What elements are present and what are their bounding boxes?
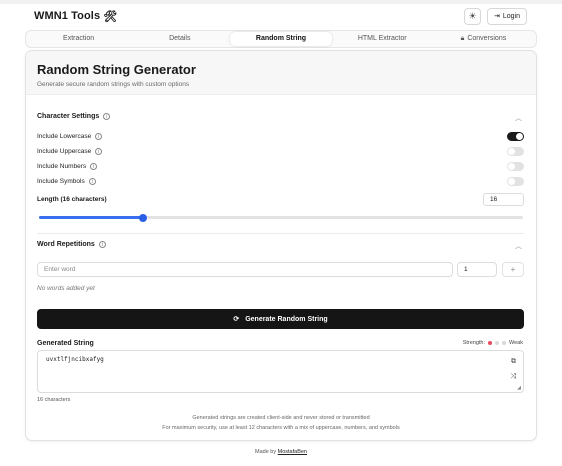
toggle-knob — [508, 147, 515, 155]
toggle-knob — [516, 132, 523, 140]
option-label: Include Numbers i — [37, 162, 98, 170]
login-label: Login — [502, 12, 520, 20]
strength-label: Strength: — [462, 340, 486, 346]
tab-label: Details — [169, 35, 191, 42]
info-icon[interactable]: i — [95, 132, 103, 140]
option-label-text: Include Uppercase — [37, 147, 92, 155]
strength-value: Weak — [509, 340, 523, 346]
resize-handle-icon[interactable]: ◢ — [517, 385, 521, 391]
info-icon[interactable]: i — [98, 241, 106, 248]
word-repetitions-title[interactable]: Word Repetitions i — [37, 241, 106, 248]
option-row-symbols: Include Symbols i — [37, 176, 524, 186]
generated-string-label: Generated String — [37, 340, 94, 347]
info-icon[interactable]: i — [88, 177, 96, 185]
info-icon[interactable]: i — [103, 113, 111, 120]
generated-string-value[interactable]: uvxtlfjncibxafyg — [46, 356, 104, 363]
generator-card: Random String Generator Generate secure … — [25, 50, 537, 441]
strength-indicator: Strength: Weak — [463, 340, 523, 346]
option-label: Include Symbols i — [37, 177, 96, 185]
tab-conversions[interactable]: 🔒︎ Conversions — [433, 32, 534, 46]
chevron-up-icon[interactable]: ︿ — [515, 113, 522, 123]
tab-html-extractor[interactable]: HTML Extractor — [332, 32, 433, 46]
tab-details[interactable]: Details — [129, 32, 230, 46]
tab-random-string[interactable]: Random String — [230, 32, 332, 46]
login-button[interactable]: ⇥ Login — [486, 7, 527, 25]
sun-icon: ☀ — [468, 10, 477, 21]
login-icon: ⇥ — [493, 13, 500, 20]
generate-button-label: Generate Random String — [245, 315, 328, 323]
brand-name: WMN1 Tools — [34, 10, 101, 22]
copy-icon[interactable]: ⧉ — [511, 358, 516, 366]
option-row-uppercase: Include Uppercase i — [37, 146, 524, 156]
security-tip: For maximum security, use at least 12 ch… — [162, 425, 400, 431]
option-label: Include Uppercase i — [37, 147, 103, 155]
toggle-knob — [508, 162, 515, 170]
numbers-toggle[interactable] — [507, 161, 524, 171]
card-header: Random String Generator Generate secure … — [26, 51, 536, 95]
shuffle-icon[interactable]: ⤨ — [510, 373, 516, 381]
generate-button[interactable]: ⟳ Generate Random String — [37, 309, 524, 329]
app-header: WMN1 Tools 🛠 ☀ ⇥ Login — [25, 6, 537, 26]
browser-top-strip — [0, 0, 562, 4]
refresh-icon: ⟳ — [233, 316, 240, 323]
strength-dot-3 — [502, 341, 507, 345]
tab-label: Random String — [255, 35, 307, 42]
option-label: Include Lowercase i — [37, 132, 103, 140]
option-label-text: Include Symbols — [37, 177, 85, 185]
author-link[interactable]: MostafaBen — [278, 449, 307, 455]
lowercase-toggle[interactable] — [507, 131, 524, 141]
tab-label: Extraction — [63, 35, 95, 42]
theme-toggle-button[interactable]: ☀ — [463, 7, 481, 25]
empty-words-text: No words added yet — [37, 285, 95, 292]
add-word-button[interactable]: + — [502, 262, 524, 277]
option-row-numbers: Include Numbers i — [37, 161, 524, 171]
toggle-knob — [508, 177, 515, 185]
tab-bar: Extraction Details Random String HTML Ex… — [25, 30, 537, 48]
made-by-prefix: Made by — [255, 449, 277, 455]
section-title-text: Word Repetitions — [37, 241, 95, 248]
section-title-text: Character Settings — [37, 113, 100, 120]
slider-fill — [39, 216, 144, 219]
option-label-text: Include Lowercase — [37, 132, 92, 140]
tab-extraction[interactable]: Extraction — [28, 32, 129, 46]
lock-icon: 🔒︎ — [460, 35, 465, 42]
card-title: Random String Generator — [37, 62, 196, 77]
info-icon[interactable]: i — [95, 147, 103, 155]
card-subtitle: Generate secure random strings with cust… — [37, 81, 190, 88]
generated-string-output[interactable]: uvxtlfjncibxafyg ⧉ ⤨ ◢ — [37, 350, 524, 393]
made-by-footer: Made by MostafaBen — [0, 449, 562, 455]
option-label-text: Include Numbers — [37, 162, 87, 170]
header-actions: ☀ ⇥ Login — [463, 7, 527, 25]
length-input[interactable]: 16 — [483, 193, 524, 206]
section-divider — [37, 233, 524, 234]
chevron-up-icon[interactable]: ︿ — [515, 241, 522, 251]
character-count: 16 characters — [37, 397, 71, 403]
character-settings-title[interactable]: Character Settings i — [37, 113, 111, 120]
slider-thumb[interactable] — [139, 213, 148, 222]
word-input[interactable]: Enter word — [37, 262, 453, 277]
strength-dot-1 — [488, 341, 493, 345]
tab-label: Conversions — [467, 35, 507, 42]
repeat-count-input[interactable]: 1 — [457, 262, 497, 277]
info-icon[interactable]: i — [90, 162, 98, 170]
symbols-toggle[interactable] — [507, 176, 524, 186]
option-row-lowercase: Include Lowercase i — [37, 131, 524, 141]
privacy-note: Generated strings are created client-sid… — [192, 415, 370, 421]
tools-icon: 🛠 — [103, 10, 118, 23]
tab-label: HTML Extractor — [357, 35, 407, 42]
strength-dot-2 — [495, 341, 500, 345]
uppercase-toggle[interactable] — [507, 146, 524, 156]
length-label: Length (16 characters) — [37, 196, 107, 203]
brand[interactable]: WMN1 Tools 🛠 — [34, 10, 117, 23]
length-slider[interactable] — [39, 213, 523, 222]
